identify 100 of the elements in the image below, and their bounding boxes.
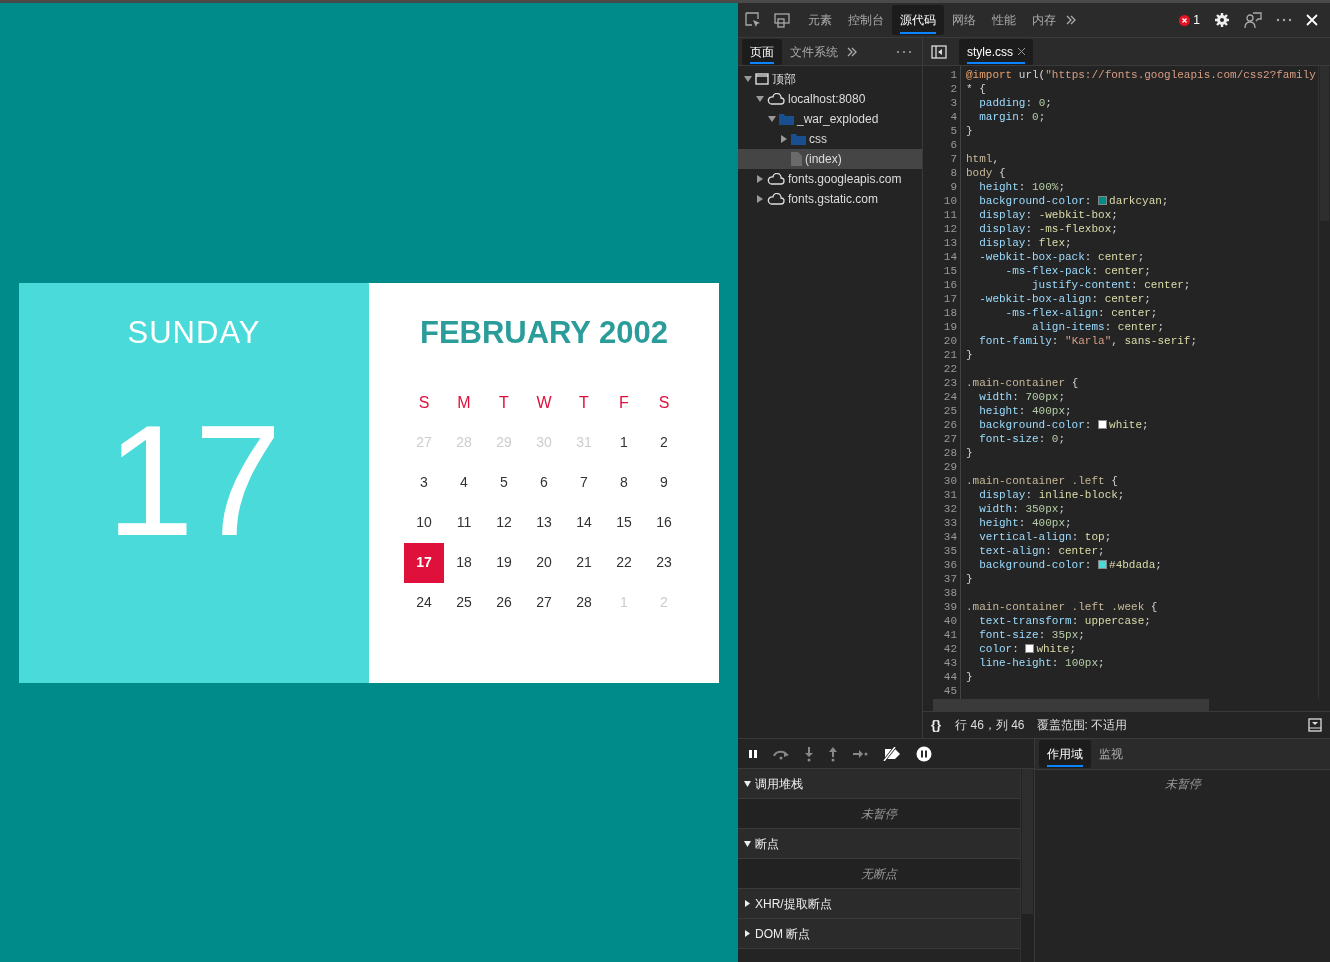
tool-tab[interactable]: 源代码 xyxy=(892,5,944,35)
weekday-header: S xyxy=(417,392,431,413)
scrollbar[interactable] xyxy=(1020,769,1034,962)
day-cell[interactable]: 18 xyxy=(444,542,484,583)
code-line: justify-content: center; xyxy=(1031,278,1191,292)
step-icon[interactable] xyxy=(852,748,868,759)
chevron-icon[interactable] xyxy=(846,45,858,58)
pause-on-exceptions-icon[interactable] xyxy=(916,745,932,762)
close-icon[interactable] xyxy=(1018,48,1025,55)
day-cell[interactable]: 16 xyxy=(644,502,684,543)
day-cell[interactable]: 7 xyxy=(564,462,604,503)
tree-item[interactable]: (index) xyxy=(738,149,922,169)
drawer-toggle-icon[interactable] xyxy=(1308,718,1322,732)
tree-item[interactable]: fonts.gstatic.com xyxy=(738,189,922,209)
code-line: height: 400px; xyxy=(978,516,1072,530)
navigator-tab[interactable]: 页面 xyxy=(742,38,782,65)
line-number: 32 xyxy=(942,502,957,516)
pause-icon[interactable] xyxy=(748,747,758,760)
line-number: 24 xyxy=(942,390,957,404)
format-button[interactable]: {} xyxy=(931,715,942,735)
weekday-header: S xyxy=(657,392,671,413)
tree-item[interactable]: 顶部 xyxy=(738,69,922,89)
day-cell[interactable]: 17 xyxy=(404,542,444,583)
day-cell[interactable]: 27 xyxy=(524,582,564,623)
day-cell[interactable]: 22 xyxy=(604,542,644,583)
day-cell[interactable]: 3 xyxy=(404,462,444,503)
day-cell[interactable]: 2 xyxy=(644,422,684,463)
step-into-icon[interactable] xyxy=(804,745,814,762)
day-cell[interactable]: 24 xyxy=(404,582,444,623)
day-cell[interactable]: 20 xyxy=(524,542,564,583)
day-cell[interactable]: 6 xyxy=(524,462,564,503)
weekday-header: T xyxy=(498,392,510,413)
day-cell[interactable]: 1 xyxy=(604,422,644,463)
file-tab[interactable]: style.css xyxy=(959,38,1033,65)
pane-header[interactable]: DOM 断点 xyxy=(738,919,1020,949)
error-icon xyxy=(1179,14,1191,26)
day-cell[interactable]: 14 xyxy=(564,502,604,543)
settings-icon[interactable] xyxy=(1214,12,1230,28)
day-cell[interactable]: 11 xyxy=(444,502,484,543)
device-icon[interactable] xyxy=(774,11,792,29)
feedback-icon[interactable] xyxy=(1244,11,1262,29)
day-cell[interactable]: 10 xyxy=(404,502,444,543)
day-cell[interactable]: 15 xyxy=(604,502,644,543)
code-line: font-size: 35px; xyxy=(978,628,1085,642)
expand-arrow-icon xyxy=(744,75,752,83)
pane-header[interactable]: 断点 xyxy=(738,829,1020,859)
weekday-label: SUNDAY xyxy=(126,313,262,352)
inspect-icon[interactable] xyxy=(744,11,762,29)
collapse-arrow-icon xyxy=(744,900,751,907)
error-count[interactable]: 1 xyxy=(1179,11,1200,29)
tool-tab[interactable]: 内存 xyxy=(1024,5,1064,35)
code-line: align-items: center; xyxy=(1031,320,1165,334)
chevron-icon[interactable] xyxy=(1064,13,1078,27)
tool-tab[interactable]: 控制台 xyxy=(840,5,892,35)
day-cell[interactable]: 28 xyxy=(564,582,604,623)
tool-tab[interactable]: 性能 xyxy=(984,5,1024,35)
tree-item[interactable]: css xyxy=(738,129,922,149)
day-cell[interactable]: 8 xyxy=(604,462,644,503)
line-number: 27 xyxy=(942,432,957,446)
line-number: 22 xyxy=(942,362,957,376)
sidebar-toggle-icon[interactable] xyxy=(931,44,947,59)
code-line: -webkit-box-pack: center; xyxy=(978,250,1145,264)
step-out-icon[interactable] xyxy=(828,745,838,762)
tool-tab[interactable]: 元素 xyxy=(800,5,840,35)
code-line: vertical-align: top; xyxy=(978,530,1112,544)
day-cell[interactable]: 23 xyxy=(644,542,684,583)
line-number: 45 xyxy=(942,684,957,698)
navigator-tab[interactable]: 文件系统 xyxy=(782,38,846,65)
day-cell[interactable]: 25 xyxy=(444,582,484,623)
collapse-arrow-icon xyxy=(756,175,764,183)
sidebar-tab[interactable]: 监视 xyxy=(1091,740,1131,768)
code-line: width: 700px; xyxy=(978,390,1066,404)
deactivate-breakpoints-icon[interactable] xyxy=(882,746,902,761)
sidebar-tab[interactable]: 作用域 xyxy=(1039,740,1091,768)
line-number: 16 xyxy=(942,278,957,292)
tree-item[interactable]: fonts.googleapis.com xyxy=(738,169,922,189)
month-title: FEBRUARY 2002 xyxy=(419,313,669,352)
code-line: color: white; xyxy=(978,642,1077,656)
day-cell[interactable]: 19 xyxy=(484,542,524,583)
tree-item[interactable]: localhost:8080 xyxy=(738,89,922,109)
day-cell[interactable]: 4 xyxy=(444,462,484,503)
pane-header[interactable]: 调用堆栈 xyxy=(738,769,1020,799)
line-number: 1 xyxy=(949,68,957,82)
weekday-header: F xyxy=(618,392,630,413)
day-cell[interactable]: 9 xyxy=(644,462,684,503)
day-cell[interactable]: 21 xyxy=(564,542,604,583)
collapse-arrow-icon xyxy=(780,135,788,143)
day-cell[interactable]: 26 xyxy=(484,582,524,623)
day-cell[interactable]: 5 xyxy=(484,462,524,503)
code-line: background-color: darkcyan; xyxy=(978,194,1169,208)
day-cell[interactable]: 13 xyxy=(524,502,564,543)
pane-header[interactable]: XHR/提取断点 xyxy=(738,889,1020,919)
day-cell[interactable]: 12 xyxy=(484,502,524,543)
tool-tab[interactable]: 网络 xyxy=(944,5,984,35)
folder-icon xyxy=(791,133,806,145)
line-number: 23 xyxy=(942,376,957,390)
tree-item[interactable]: _war_exploded xyxy=(738,109,922,129)
line-number: 11 xyxy=(942,208,957,222)
code-line: margin: 0; xyxy=(978,110,1046,124)
code-line: body { xyxy=(966,166,1006,180)
